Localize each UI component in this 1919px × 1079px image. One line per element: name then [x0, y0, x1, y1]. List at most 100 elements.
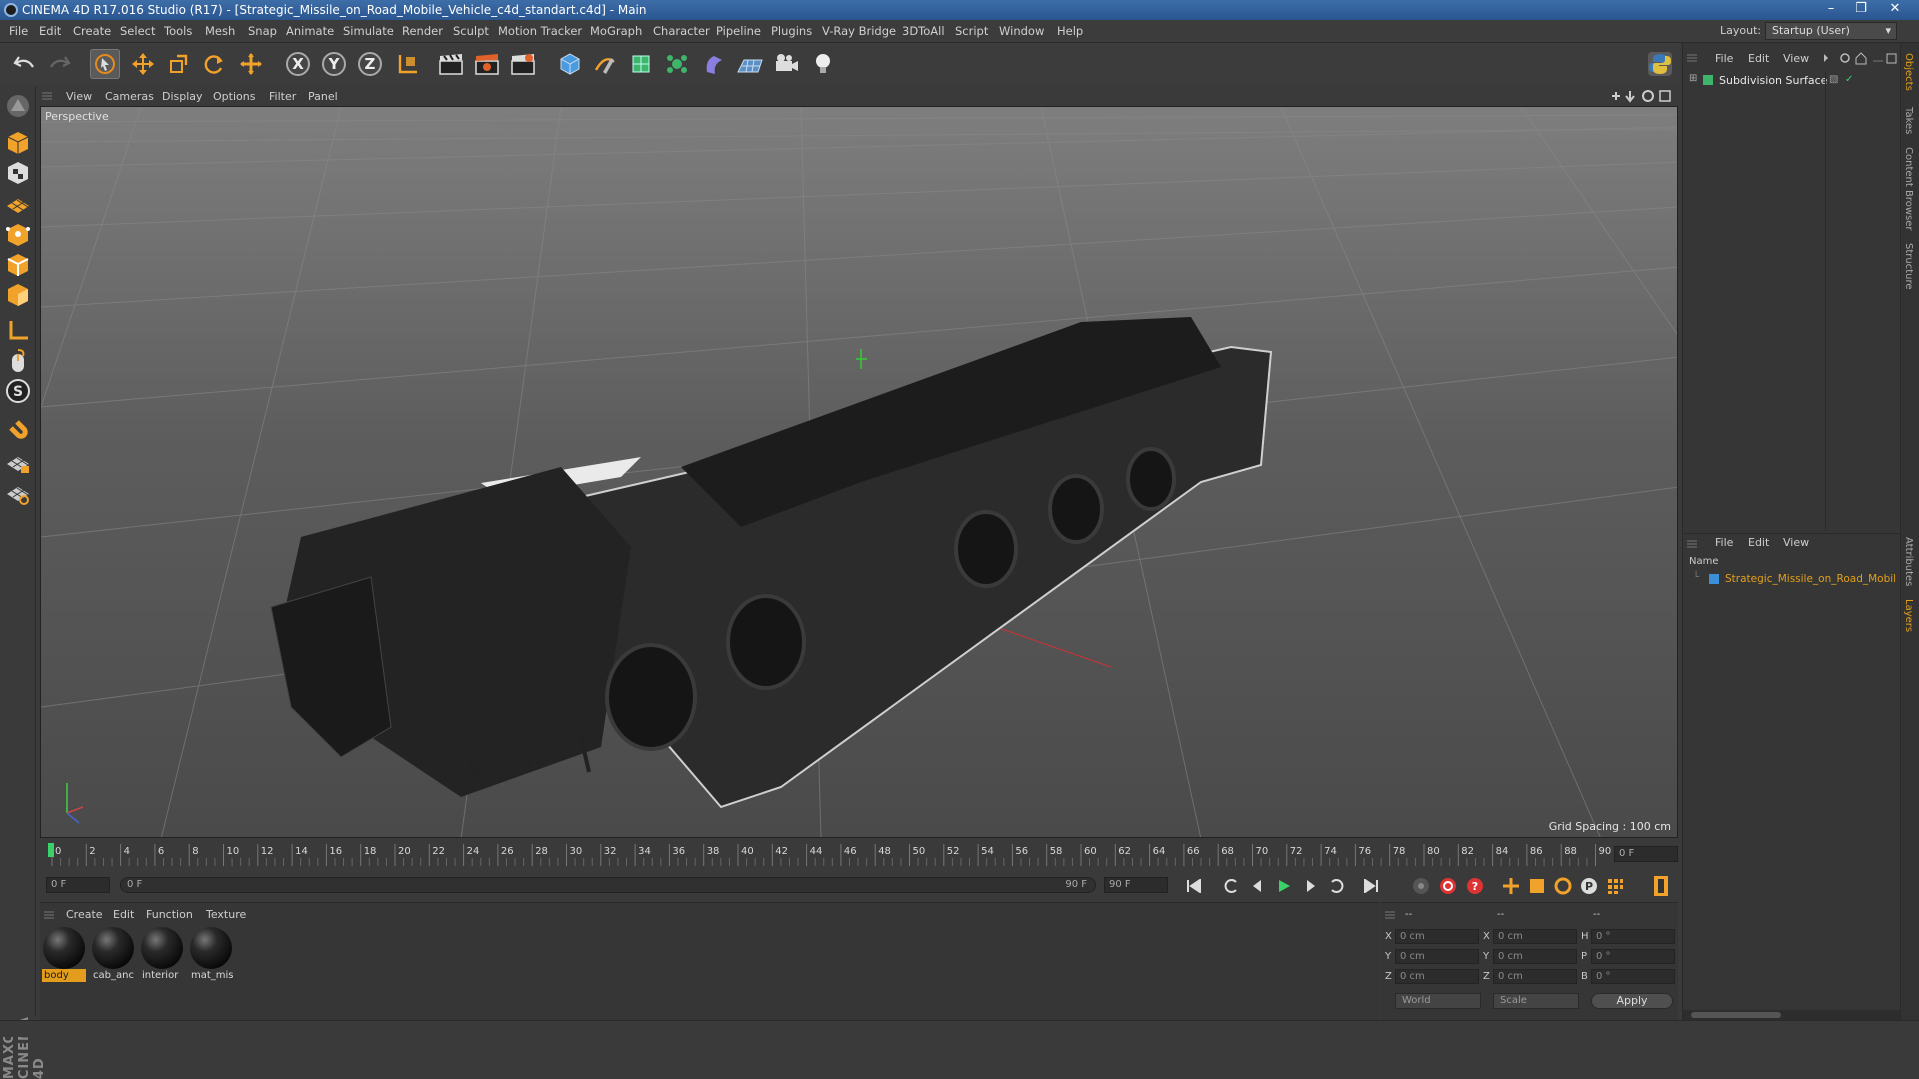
rot-h-field[interactable]: 0 ° [1591, 929, 1675, 944]
render-to-picture-viewer-button[interactable] [472, 49, 502, 79]
close-button[interactable]: ✕ [1880, 0, 1910, 20]
go-to-start-button[interactable] [1183, 875, 1205, 897]
coordinate-system-button[interactable] [392, 49, 422, 79]
pos-z-field[interactable]: 0 cm [1395, 969, 1479, 984]
deformer-button[interactable] [699, 49, 729, 79]
timeline-ruler[interactable]: 0 2 4 6 8 10 12 14 16 18 20 22 24 26 28 30 32 34 36 38 40 42 4… [40, 840, 1678, 870]
layers-menu-view[interactable]: View [1783, 536, 1809, 549]
pen-spline-button[interactable] [590, 49, 620, 79]
size-mode-dropdown[interactable]: Scale [1493, 993, 1579, 1009]
pos-x-field[interactable]: 0 cm [1395, 929, 1479, 944]
undo-button[interactable] [10, 49, 40, 79]
layout-dropdown[interactable]: Startup (User) ▾ [1765, 22, 1897, 40]
material-cab-anc[interactable]: cab_anc [91, 927, 135, 983]
menu-animate[interactable]: Animate [286, 24, 334, 38]
material-menu-texture[interactable]: Texture [206, 908, 246, 921]
viewport-menu-panel[interactable]: Panel [308, 90, 338, 103]
menu-help[interactable]: Help [1057, 24, 1083, 38]
viewport-menu-display[interactable]: Display [162, 90, 203, 103]
key-rotation-button[interactable] [1552, 875, 1574, 897]
play-button[interactable] [1273, 875, 1295, 897]
material-interior[interactable]: interior [140, 927, 184, 983]
menu-mesh[interactable]: Mesh [205, 24, 235, 38]
menu-plugins[interactable]: Plugins [771, 24, 812, 38]
menu-select[interactable]: Select [120, 24, 155, 38]
object-row-subdivision-surface[interactable]: ⊞ Subdivision Surface ▧ ✓ [1683, 71, 1900, 89]
viewport-menu-cameras[interactable]: Cameras [105, 90, 154, 103]
workplane-mode-button[interactable] [3, 188, 33, 218]
scrollbar-thumb[interactable] [1691, 1012, 1781, 1018]
record-button[interactable] [1410, 875, 1432, 897]
tab-structure[interactable]: Structure [1903, 243, 1914, 290]
layer-checkbox-icon[interactable]: ▧ [1829, 74, 1838, 85]
playhead[interactable] [48, 843, 54, 857]
menu-simulate[interactable]: Simulate [343, 24, 394, 38]
perspective-viewport[interactable]: Perspective Grid Spacing : 100 cm [40, 106, 1678, 838]
viewport-menu-options[interactable]: Options [213, 90, 255, 103]
camera-button[interactable] [772, 49, 802, 79]
subdivision-surface-button[interactable] [626, 49, 656, 79]
menu-edit[interactable]: Edit [39, 24, 61, 38]
python-script-button[interactable] [1645, 49, 1675, 79]
viewport-navigation-icons[interactable] [1608, 89, 1678, 103]
x-axis-lock-button[interactable]: X [283, 49, 313, 79]
go-to-end-button[interactable] [1360, 875, 1382, 897]
material-menu-create[interactable]: Create [66, 908, 103, 921]
axis-mode-button[interactable] [3, 316, 33, 346]
menu-snap[interactable]: Snap [248, 24, 277, 38]
key-position-button[interactable] [1500, 875, 1522, 897]
rot-b-field[interactable]: 0 ° [1591, 969, 1675, 984]
live-selection-button[interactable] [90, 49, 120, 79]
scale-tool-button[interactable] [163, 49, 193, 79]
polygons-mode-button[interactable] [3, 280, 33, 310]
material-body[interactable]: body [42, 927, 86, 983]
magnet-button[interactable] [3, 413, 33, 443]
render-view-button[interactable] [436, 49, 466, 79]
next-frame-button[interactable] [1300, 875, 1322, 897]
snap-button[interactable]: S [3, 376, 33, 406]
render-settings-button[interactable] [508, 49, 538, 79]
z-axis-lock-button[interactable]: Z [355, 49, 385, 79]
size-x-field[interactable]: 0 cm [1493, 929, 1577, 944]
size-y-field[interactable]: 0 cm [1493, 949, 1577, 964]
menu-file[interactable]: File [9, 24, 28, 38]
cube-primitive-button[interactable] [555, 49, 585, 79]
expand-icon[interactable]: ⊞ [1689, 73, 1697, 84]
model-mode-button[interactable] [3, 128, 33, 158]
layers-menu-file[interactable]: File [1715, 536, 1733, 549]
tab-objects[interactable]: Objects [1903, 53, 1914, 91]
key-parameter-button[interactable]: P [1578, 875, 1600, 897]
cloner-button[interactable] [662, 49, 692, 79]
tab-layers[interactable]: Layers [1903, 599, 1914, 632]
end-frame-field[interactable]: 90 F [1104, 877, 1168, 893]
redo-button[interactable] [44, 49, 74, 79]
tweak-mode-button[interactable] [3, 346, 33, 376]
menu-motion-tracker[interactable]: Motion Tracker [498, 24, 582, 38]
locked-workplane-button[interactable] [3, 448, 33, 478]
objects-menu-view[interactable]: View [1783, 52, 1809, 65]
y-axis-lock-button[interactable]: Y [319, 49, 349, 79]
tab-content-browser[interactable]: Content Browser [1903, 147, 1914, 230]
horizontal-scrollbar[interactable] [1683, 1010, 1900, 1020]
menu-mograph[interactable]: MoGraph [590, 24, 642, 38]
edges-mode-button[interactable] [3, 250, 33, 280]
objects-menu-file[interactable]: File [1715, 52, 1733, 65]
light-button[interactable] [808, 49, 838, 79]
tab-takes[interactable]: Takes [1903, 107, 1914, 134]
make-editable-button[interactable] [3, 91, 33, 121]
timeline-window-button[interactable] [1650, 875, 1672, 897]
transform-tool-button[interactable] [236, 49, 266, 79]
keyframe-selection-button[interactable]: ? [1464, 875, 1486, 897]
layer-row[interactable]: └ Strategic_Missile_on_Road_Mobile_Vehic… [1683, 571, 1900, 587]
autokey-button[interactable] [1437, 875, 1459, 897]
layer-color-swatch[interactable] [1709, 574, 1719, 584]
menu-pipeline[interactable]: Pipeline [716, 24, 761, 38]
key-scale-button[interactable] [1526, 875, 1548, 897]
material-menu-function[interactable]: Function [146, 908, 193, 921]
current-frame-field[interactable]: 0 F [1614, 846, 1678, 862]
previous-frame-button[interactable] [1246, 875, 1268, 897]
enabled-check-icon[interactable]: ✓ [1845, 74, 1853, 85]
frame-range-slider[interactable]: 0 F 90 F [120, 877, 1096, 893]
next-key-button[interactable] [1326, 875, 1348, 897]
points-mode-button[interactable] [3, 220, 33, 250]
